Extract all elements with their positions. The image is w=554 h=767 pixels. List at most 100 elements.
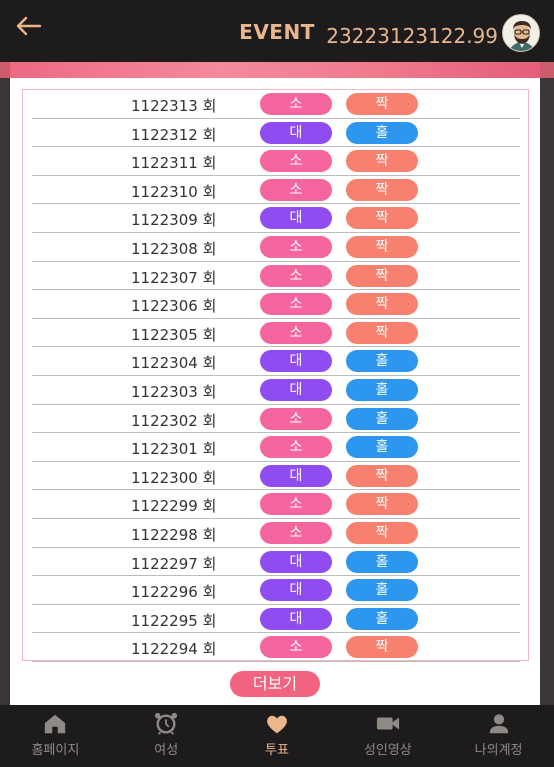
parity-result-badge: 홀 (346, 379, 418, 401)
parity-result-badge: 짝 (346, 236, 418, 258)
video-camera-icon (376, 717, 399, 730)
size-result-badge: 대 (260, 550, 332, 573)
user-icon (489, 714, 508, 734)
table-row: 1122308 회 소짝 (32, 233, 520, 262)
table-row: 1122294 회 소짝 (32, 633, 520, 662)
home-icon (45, 714, 66, 734)
round-number: 1122298 회 (131, 526, 217, 544)
round-number: 1122295 회 (131, 611, 217, 630)
round-number: 1122296 회 (131, 583, 217, 602)
nav-label: 성인영상 (363, 743, 412, 758)
nav-item-1[interactable]: 홈페이지 (0, 705, 111, 767)
avatar-face-icon (503, 15, 539, 51)
table-row: 1122302 회 소홀 (32, 405, 520, 434)
size-result-badge: 대 (260, 207, 332, 230)
bottom-nav: 홈페이지 여성 투표 성인영상 나의계정 (0, 705, 554, 767)
round-number: 1122312 회 (131, 125, 217, 144)
table-row: 1122305 회 소짝 (32, 319, 520, 348)
size-result-badge: 대 (260, 607, 332, 630)
table-row: 1122313 회 소짝 (32, 90, 520, 119)
table-row: 1122300 회 대짝 (32, 462, 520, 491)
table-row: 1122311 회 소짝 (32, 147, 520, 176)
parity-result-badge: 짝 (346, 636, 418, 659)
size-result-badge: 대 (260, 464, 332, 487)
round-number: 1122294 회 (131, 640, 217, 659)
size-result-badge: 소 (260, 407, 332, 430)
parity-result-badge: 짝 (346, 207, 418, 230)
round-number: 1122299 회 (131, 497, 217, 516)
round-number: 1122310 회 (131, 182, 217, 201)
nav-label: 투표 (265, 743, 289, 758)
parity-result-badge: 홀 (346, 579, 418, 602)
table-row: 1122298 회 소짝 (32, 519, 520, 548)
heart-icon (267, 715, 287, 734)
table-row: 1122304 회 대홀 (32, 347, 520, 376)
parity-result-badge: 짝 (346, 264, 418, 287)
parity-result-badge: 홀 (346, 407, 418, 430)
round-number: 1122301 회 (131, 440, 217, 459)
round-number: 1122304 회 (131, 354, 217, 373)
table-row: 1122295 회 대홀 (32, 605, 520, 634)
parity-result-badge: 짝 (346, 522, 418, 544)
round-number: 1122309 회 (131, 211, 217, 230)
size-result-badge: 대 (260, 579, 332, 602)
size-result-badge: 소 (260, 493, 332, 516)
table-row: 1122296 회 대홀 (32, 576, 520, 605)
table-row: 1122301 회 소홀 (32, 433, 520, 462)
nav-item-3[interactable]: 투표 (222, 705, 333, 767)
round-number: 1122307 회 (131, 268, 217, 287)
top-header: EVENT 23223123122.99 (0, 0, 554, 62)
size-result-badge: 소 (260, 236, 332, 258)
parity-result-badge: 짝 (346, 293, 418, 316)
round-number: 1122313 회 (131, 97, 217, 115)
nav-label: 홈페이지 (31, 743, 80, 758)
parity-result-badge: 짝 (346, 93, 418, 115)
parity-result-badge: 홀 (346, 436, 418, 459)
nav-label: 나의계정 (474, 743, 523, 758)
parity-result-badge: 홀 (346, 550, 418, 573)
size-result-badge: 대 (260, 121, 332, 144)
size-result-badge: 소 (260, 178, 332, 201)
parity-result-badge: 홀 (346, 607, 418, 630)
balance-amount: 23223123122.99 (326, 24, 498, 48)
parity-result-badge: 홀 (346, 350, 418, 373)
parity-result-badge: 짝 (346, 150, 418, 173)
size-result-badge: 소 (260, 264, 332, 287)
table-row: 1122306 회 소짝 (32, 290, 520, 319)
size-result-badge: 대 (260, 379, 332, 401)
table-row: 1122310 회 소짝 (32, 176, 520, 205)
nav-item-4[interactable]: 성인영상 (332, 705, 443, 767)
parity-result-badge: 짝 (346, 178, 418, 201)
round-number: 1122311 회 (131, 154, 217, 173)
round-number: 1122302 회 (131, 411, 217, 430)
table-row: 1122297 회 대홀 (32, 548, 520, 577)
load-more-button[interactable]: 더보기 (230, 671, 320, 697)
avatar[interactable] (502, 14, 540, 52)
size-result-badge: 소 (260, 150, 332, 173)
panel-header-band (10, 62, 540, 78)
table-row: 1122303 회 대홀 (32, 376, 520, 405)
parity-result-badge: 짝 (346, 464, 418, 487)
table-row: 1122309 회 대짝 (32, 204, 520, 233)
round-number: 1122308 회 (131, 240, 217, 258)
parity-result-badge: 짝 (346, 493, 418, 516)
table-row: 1122299 회 소짝 (32, 490, 520, 519)
round-number: 1122297 회 (131, 554, 217, 573)
size-result-badge: 소 (260, 293, 332, 316)
round-number: 1122306 회 (131, 297, 217, 316)
results-panel: 1122313 회 소 짝 1122312 회 대 홀 1122311 회 소 짝 1122310… (10, 62, 540, 705)
size-result-badge: 소 (260, 522, 332, 544)
round-number: 1122300 회 (131, 468, 217, 487)
nav-item-5[interactable]: 나의계정 (443, 705, 554, 767)
nav-item-2[interactable]: 여성 (111, 705, 222, 767)
table-row: 1122312 회 대홀 (32, 119, 520, 148)
size-result-badge: 소 (260, 636, 332, 659)
size-result-badge: 소 (260, 436, 332, 459)
round-number: 1122305 회 (131, 325, 217, 344)
nav-label: 여성 (154, 743, 179, 758)
results-table: 1122313 회 소 짝 1122312 회 대 홀 1122311 회 소 짝 1122310… (22, 89, 529, 662)
size-result-badge: 소 (260, 321, 332, 344)
table-row: 1122307 회 소짝 (32, 262, 520, 291)
size-result-badge: 소 (260, 93, 332, 115)
parity-result-badge: 짝 (346, 321, 418, 344)
